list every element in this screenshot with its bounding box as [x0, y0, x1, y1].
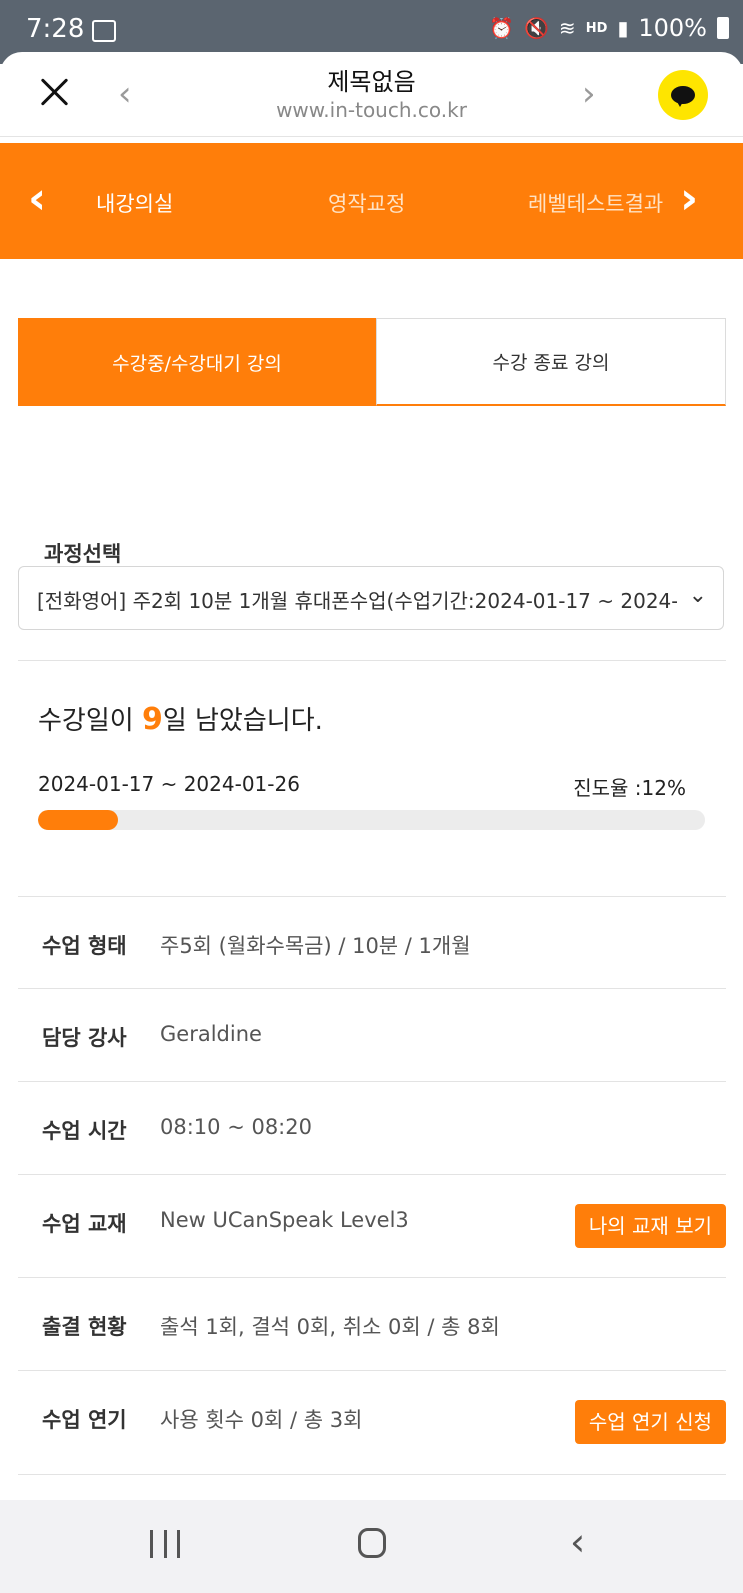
info-label: 수업 교재	[42, 1212, 127, 1236]
info-label: 수업 형태	[42, 934, 127, 958]
info-label: 출결 현황	[42, 1315, 127, 1339]
info-value: 사용 횟수 0회 / 총 3회	[160, 1408, 363, 1432]
info-value: 주5회 (월화수목금) / 10분 / 1개월	[160, 934, 471, 958]
kakao-talk-icon[interactable]	[658, 70, 708, 120]
hd-voice-icon: HD	[585, 20, 608, 36]
info-row-textbook: 수업 교재 New UCanSpeak Level3 나의 교재 보기	[18, 1174, 726, 1277]
nav-item-my-classroom[interactable]: 내강의실	[96, 188, 173, 218]
recent-apps-icon[interactable]	[150, 1530, 180, 1558]
wifi-icon: ≋	[558, 16, 576, 40]
battery-icon	[717, 17, 729, 39]
mute-icon: 🔇	[524, 16, 549, 40]
info-row-attendance: 출결 현황 출석 1회, 결석 0회, 취소 0회 / 총 8회	[18, 1277, 726, 1369]
course-select-label: 과정선택	[44, 542, 122, 566]
progress-label: 진도율 :12%	[573, 776, 686, 800]
info-label: 수업 연기	[42, 1408, 127, 1432]
back-icon[interactable]: ‹	[570, 1520, 585, 1564]
page-title: 제목없음	[327, 68, 416, 96]
remaining-suffix: 일 남았습니다.	[162, 706, 323, 736]
info-row-time: 수업 시간 08:10 ~ 08:20	[18, 1081, 726, 1173]
nav-item-writing-correction[interactable]: 영작교정	[328, 188, 405, 218]
info-label: 수업 시간	[42, 1119, 127, 1143]
divider	[18, 1474, 726, 1475]
system-nav-bar: ‹	[0, 1500, 743, 1593]
alarm-icon: ⏰	[489, 16, 515, 40]
postpone-request-button[interactable]: 수업 연기 신청	[574, 1400, 726, 1444]
info-row-type: 수업 형태 주5회 (월화수목금) / 10분 / 1개월	[18, 896, 726, 988]
course-select-value: [전화영어] 주2회 10분 1개월 휴대폰수업(수업기간:2024-01-17…	[37, 589, 677, 613]
info-value: 08:10 ~ 08:20	[160, 1115, 312, 1139]
gallery-icon	[92, 20, 116, 42]
chevron-down-icon: ⌄	[688, 583, 707, 608]
info-value: New UCanSpeak Level3	[160, 1208, 409, 1232]
course-period: 2024-01-17 ~ 2024-01-26	[38, 772, 300, 796]
course-select[interactable]: [전화영어] 주2회 10분 1개월 휴대폰수업(수업기간:2024-01-17…	[18, 566, 724, 630]
info-value: Geraldine	[160, 1022, 262, 1046]
progress-bar	[38, 810, 705, 830]
status-time: 7:28	[26, 14, 85, 44]
tab-finished-courses[interactable]: 수강 종료 강의	[376, 318, 726, 406]
battery-percent: 100%	[638, 14, 707, 42]
page-url: www.in-touch.co.kr	[276, 98, 467, 122]
remaining-days: 9	[141, 702, 163, 737]
remaining-days-text: 수강일이 9일 남았습니다.	[38, 700, 323, 737]
chevron-right-icon[interactable]: ›	[582, 74, 596, 114]
nav-item-level-test-result[interactable]: 레벨테스트결과	[528, 188, 663, 218]
view-textbook-button[interactable]: 나의 교재 보기	[574, 1204, 726, 1248]
info-row-postpone: 수업 연기 사용 횟수 0회 / 총 3회 수업 연기 신청	[18, 1370, 726, 1473]
remaining-prefix: 수강일이	[38, 706, 142, 736]
info-row-teacher: 담당 강사 Geraldine	[18, 988, 726, 1080]
browser-toolbar: ‹ 제목없음 www.in-touch.co.kr ›	[0, 52, 743, 137]
info-label: 담당 강사	[42, 1026, 127, 1050]
progress-fill	[38, 810, 119, 830]
home-icon[interactable]	[358, 1528, 386, 1558]
course-tabs: 수강중/수강대기 강의 수강 종료 강의	[18, 318, 726, 408]
info-value: 출석 1회, 결석 0회, 취소 0회 / 총 8회	[160, 1315, 500, 1339]
nav-prev-icon[interactable]: ‹	[28, 173, 46, 224]
tab-active-courses[interactable]: 수강중/수강대기 강의	[18, 318, 376, 406]
nav-next-icon[interactable]: ›	[680, 173, 698, 224]
signal-icon: ▮	[617, 16, 629, 40]
status-icons: ⏰ 🔇 ≋ HD ▮ 100%	[489, 14, 729, 42]
category-nav: ‹ 내강의실 영작교정 레벨테스트결과 ›	[0, 143, 743, 259]
divider	[18, 660, 726, 661]
